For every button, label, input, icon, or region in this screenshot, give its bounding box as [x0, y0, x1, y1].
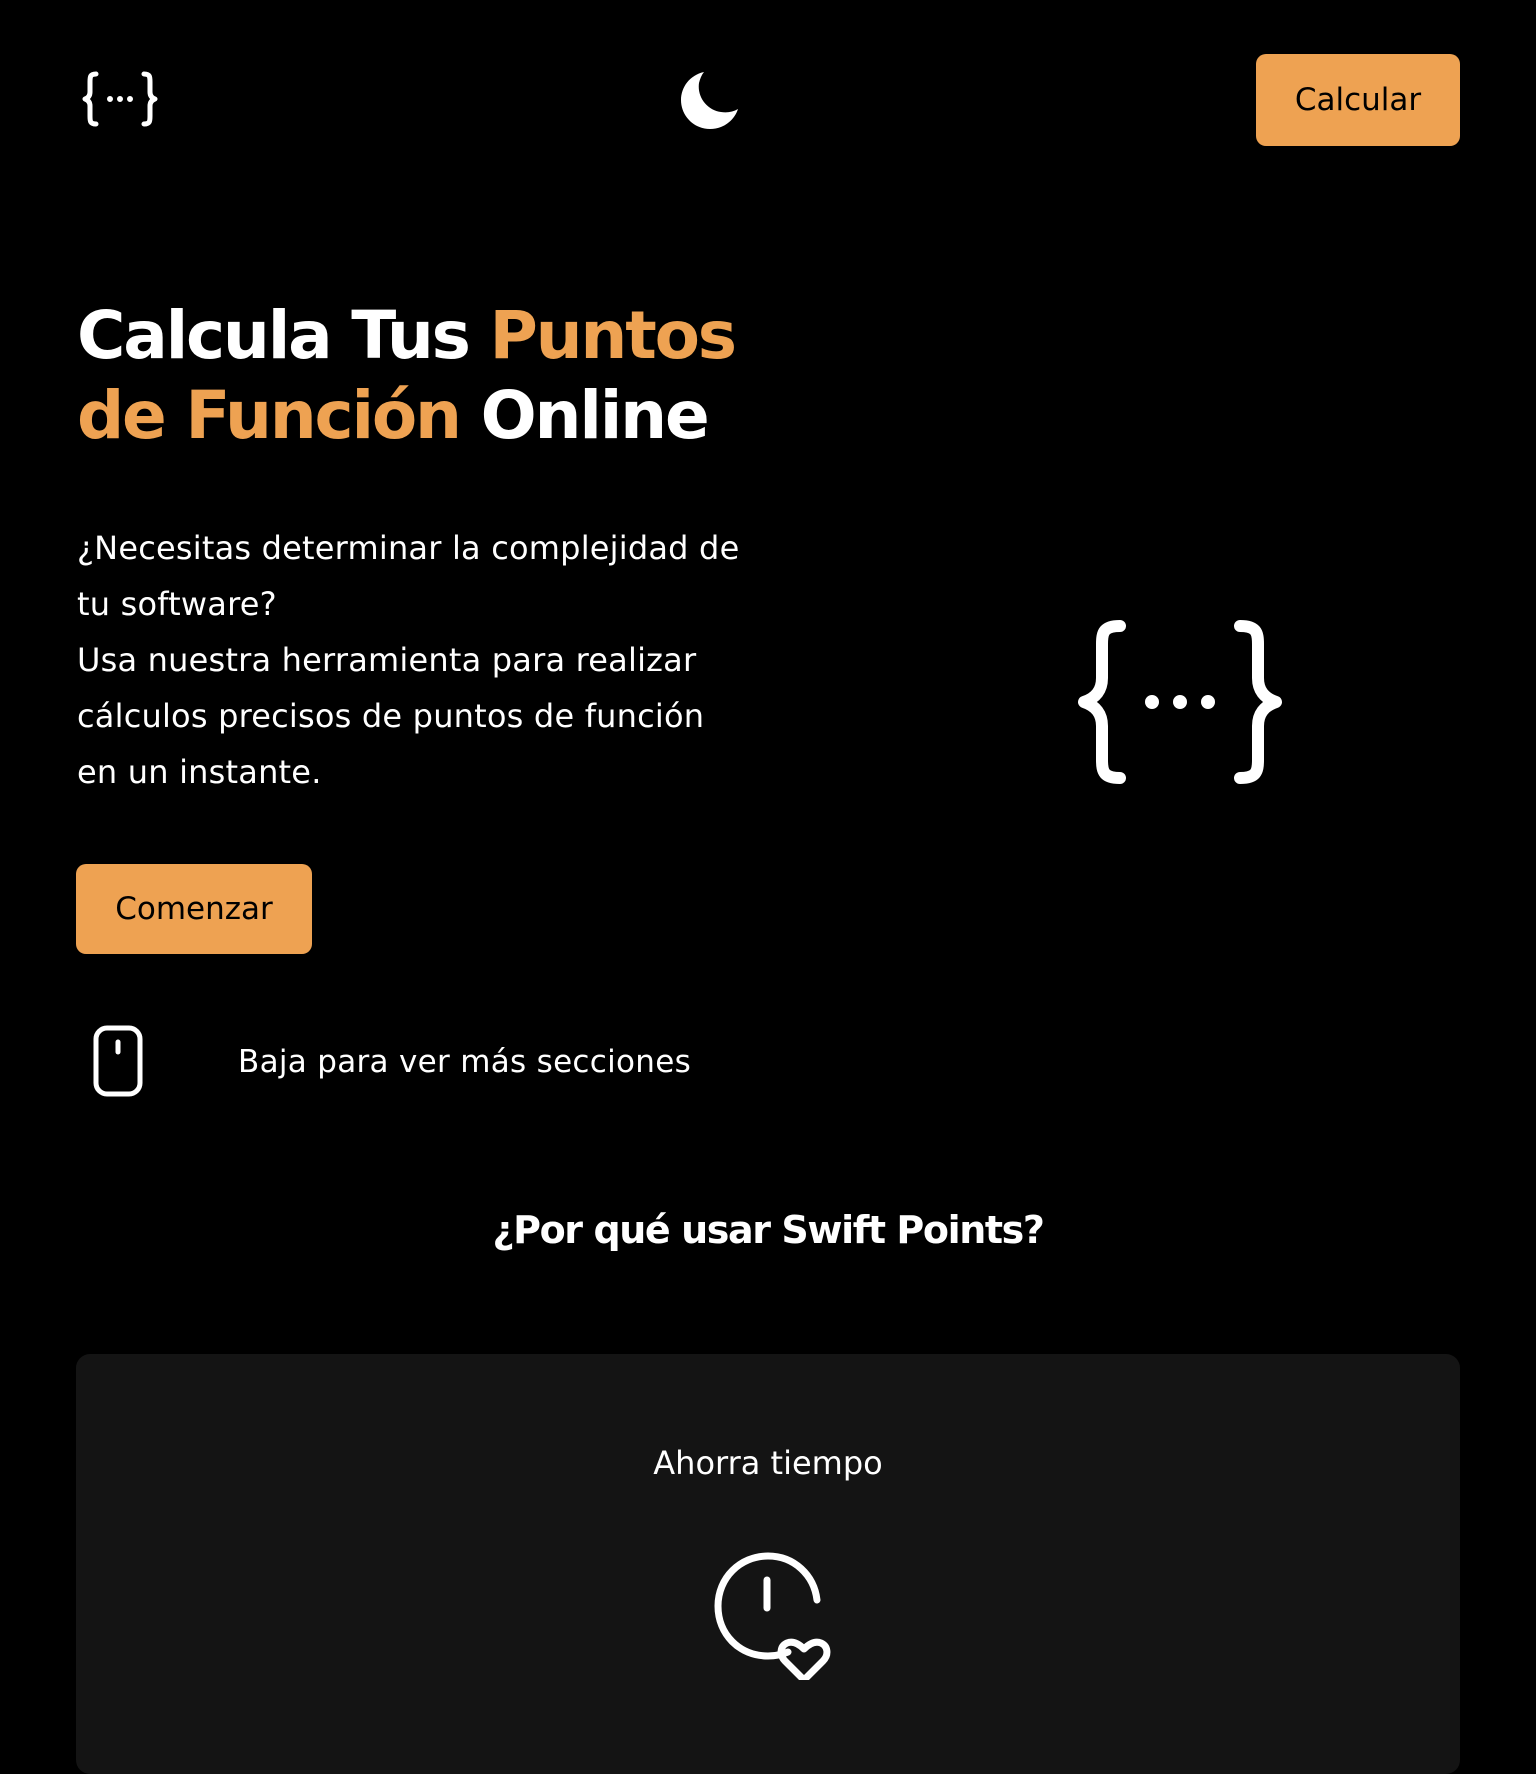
- feature-card-title: Ahorra tiempo: [653, 1444, 883, 1482]
- hero-title-accent1: Puntos: [489, 297, 737, 374]
- calcular-button[interactable]: Calcular: [1256, 54, 1460, 146]
- hero-description-line: en un instante.: [77, 753, 322, 791]
- hero-description-line: cálculos precisos de puntos de función: [77, 697, 705, 735]
- scroll-hint-text: Baja para ver más secciones: [238, 1044, 692, 1080]
- hero-title: Calcula Tus Puntos de Función Online: [77, 296, 837, 456]
- comenzar-button[interactable]: Comenzar: [76, 864, 312, 954]
- moon-icon[interactable]: [678, 68, 742, 132]
- hero-title-accent2: de Función: [77, 377, 462, 454]
- scroll-hint: Baja para ver más secciones: [92, 1024, 691, 1100]
- hero-title-part2: Online: [459, 377, 710, 454]
- hero-description-line: ¿Necesitas determinar la complejidad de: [77, 529, 740, 567]
- curly-braces-illustration-icon: [1076, 618, 1284, 786]
- why-section-title: ¿Por qué usar Swift Points?: [492, 1208, 1045, 1252]
- hero-title-part1: Calcula Tus: [77, 297, 490, 374]
- hero-description: ¿Necesitas determinar la complejidad de …: [77, 520, 797, 800]
- site-header: Calcular: [0, 0, 1536, 200]
- hero-description-line: tu software?: [77, 585, 277, 623]
- hero-description-line: Usa nuestra herramienta para realizar: [77, 641, 697, 679]
- feature-card: Ahorra tiempo: [76, 1354, 1460, 1774]
- clock-heart-icon: [704, 1544, 840, 1684]
- mouse-icon: [92, 1024, 148, 1100]
- curly-braces-logo-icon[interactable]: [82, 68, 158, 130]
